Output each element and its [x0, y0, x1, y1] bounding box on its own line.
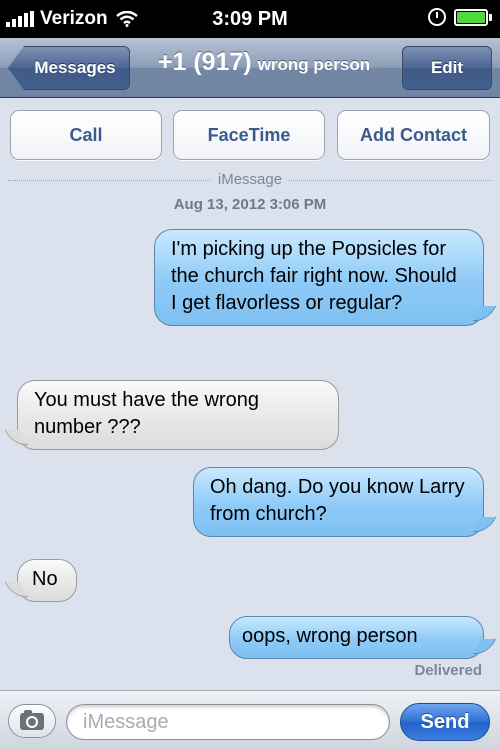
conversation-title: +1 (917) wrong person [132, 48, 396, 88]
message-input[interactable] [66, 704, 390, 740]
contact-actions: Call FaceTime Add Contact [0, 110, 500, 162]
battery-icon [454, 8, 492, 26]
camera-button[interactable] [8, 704, 56, 738]
add-contact-button[interactable]: Add Contact [337, 110, 490, 160]
status-bar: Verizon 3:09 PM [0, 0, 500, 38]
received-message[interactable]: No [17, 559, 77, 602]
facetime-button[interactable]: FaceTime [173, 110, 325, 160]
message-input-bar: Send [0, 690, 500, 750]
sent-message[interactable]: I'm picking up the Popsicles for the chu… [154, 229, 484, 326]
navigation-bar: Messages +1 (917) wrong person Edit [0, 38, 500, 98]
contact-number: +1 (917) [157, 48, 252, 76]
rotation-lock-icon [428, 8, 446, 26]
sent-message[interactable]: Oh dang. Do you know Larry from church? [193, 467, 484, 537]
clock: 3:09 PM [212, 8, 288, 30]
received-message[interactable]: You must have the wrong number ??? [17, 380, 339, 450]
delivery-status: Delivered [414, 662, 482, 679]
contact-name: wrong person [257, 55, 371, 74]
back-to-messages-button[interactable]: Messages [8, 46, 130, 90]
message-timestamp: Aug 13, 2012 3:06 PM [173, 196, 327, 213]
call-button[interactable]: Call [10, 110, 162, 160]
edit-button[interactable]: Edit [402, 46, 492, 90]
service-label: iMessage [210, 171, 290, 188]
sent-message[interactable]: oops, wrong person [229, 616, 484, 659]
send-button[interactable]: Send [400, 703, 490, 741]
camera-icon [20, 709, 44, 730]
